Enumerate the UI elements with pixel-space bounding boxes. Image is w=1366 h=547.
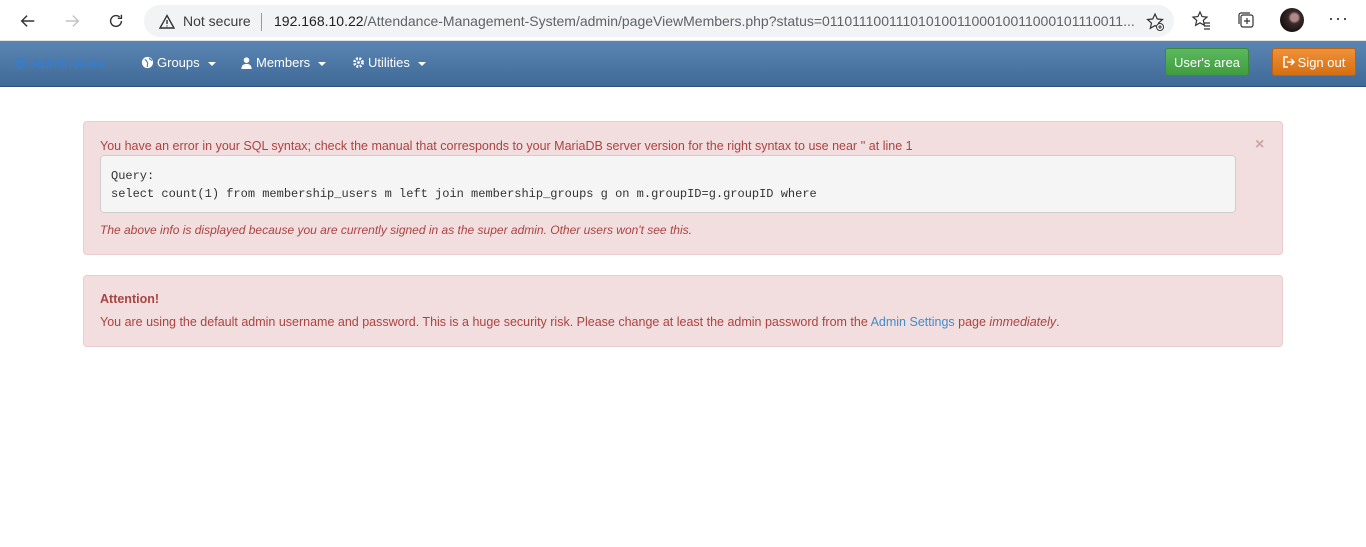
forward-arrow-icon [65,15,80,27]
attention-text-end: . [1056,315,1060,329]
url-text[interactable]: 192.168.10.22/Attendance-Management-Syst… [274,13,1136,29]
admin-settings-link[interactable]: Admin Settings [871,315,955,329]
chevron-down-icon [207,61,216,66]
profile-avatar[interactable] [1280,8,1304,32]
attention-emphasis: immediately [989,315,1057,329]
cog-icon [15,57,27,69]
utilities-label: Utilities [368,55,410,70]
brand-link[interactable]: Admin Area [14,55,104,71]
sql-error-message: You have an error in your SQL syntax; ch… [100,139,913,153]
query-box: Query: select count(1) from membership_u… [100,155,1236,213]
url-host: 192.168.10.22 [274,13,364,29]
favorites-icon [1191,10,1210,30]
collections-button[interactable] [1235,9,1257,31]
address-separator [261,13,262,31]
members-label: Members [256,55,311,70]
reload-button[interactable] [101,6,131,36]
browser-toolbar: Not secure 192.168.10.22/Attendance-Mana… [0,0,1366,41]
close-icon[interactable]: × [1255,136,1264,154]
query-text: select count(1) from membership_users m … [111,187,817,201]
sign-out-label: Sign out [1297,54,1346,70]
attention-text: You are using the default admin username… [100,315,871,329]
users-area-button[interactable]: User's area [1165,48,1249,76]
more-icon[interactable]: ··· [1328,8,1349,29]
groups-label: Groups [157,55,200,70]
attention-title: Attention! [100,292,160,306]
query-label: Query: [111,169,155,183]
security-label[interactable]: Not secure [183,13,251,29]
attention-message: You are using the default admin username… [100,315,1060,329]
chevron-down-icon [318,61,327,66]
favorites-button[interactable] [1190,9,1212,31]
back-button[interactable] [13,6,43,36]
attention-text-middle: page [954,315,990,329]
chevron-down-icon [417,61,426,66]
url-path: /Attendance-Management-System/admin/page… [363,13,1135,29]
brand-label: Admin Area [32,55,105,71]
address-bar[interactable]: Not secure 192.168.10.22/Attendance-Mana… [144,5,1174,37]
warning-icon [159,14,175,29]
security-warning-alert: Attention! You are using the default adm… [83,275,1283,347]
utilities-menu[interactable]: Utilities [352,55,426,70]
back-arrow-icon [20,15,35,27]
sign-out-icon [1282,56,1295,68]
sql-error-alert: You have an error in your SQL syntax; ch… [83,121,1283,255]
sign-out-button[interactable]: Sign out [1272,48,1356,76]
admin-navbar: Admin Area Groups Members Utilities User… [0,41,1366,87]
collections-icon [1238,12,1254,28]
groups-menu[interactable]: Groups [141,55,216,70]
cog-icon [353,57,364,68]
user-icon [241,57,252,69]
members-menu[interactable]: Members [240,55,327,70]
super-admin-note: The above info is displayed because you … [100,223,692,237]
reload-icon [109,14,123,28]
forward-button[interactable] [57,6,87,36]
add-favorite-icon[interactable] [1145,12,1165,32]
globe-icon [141,56,154,69]
